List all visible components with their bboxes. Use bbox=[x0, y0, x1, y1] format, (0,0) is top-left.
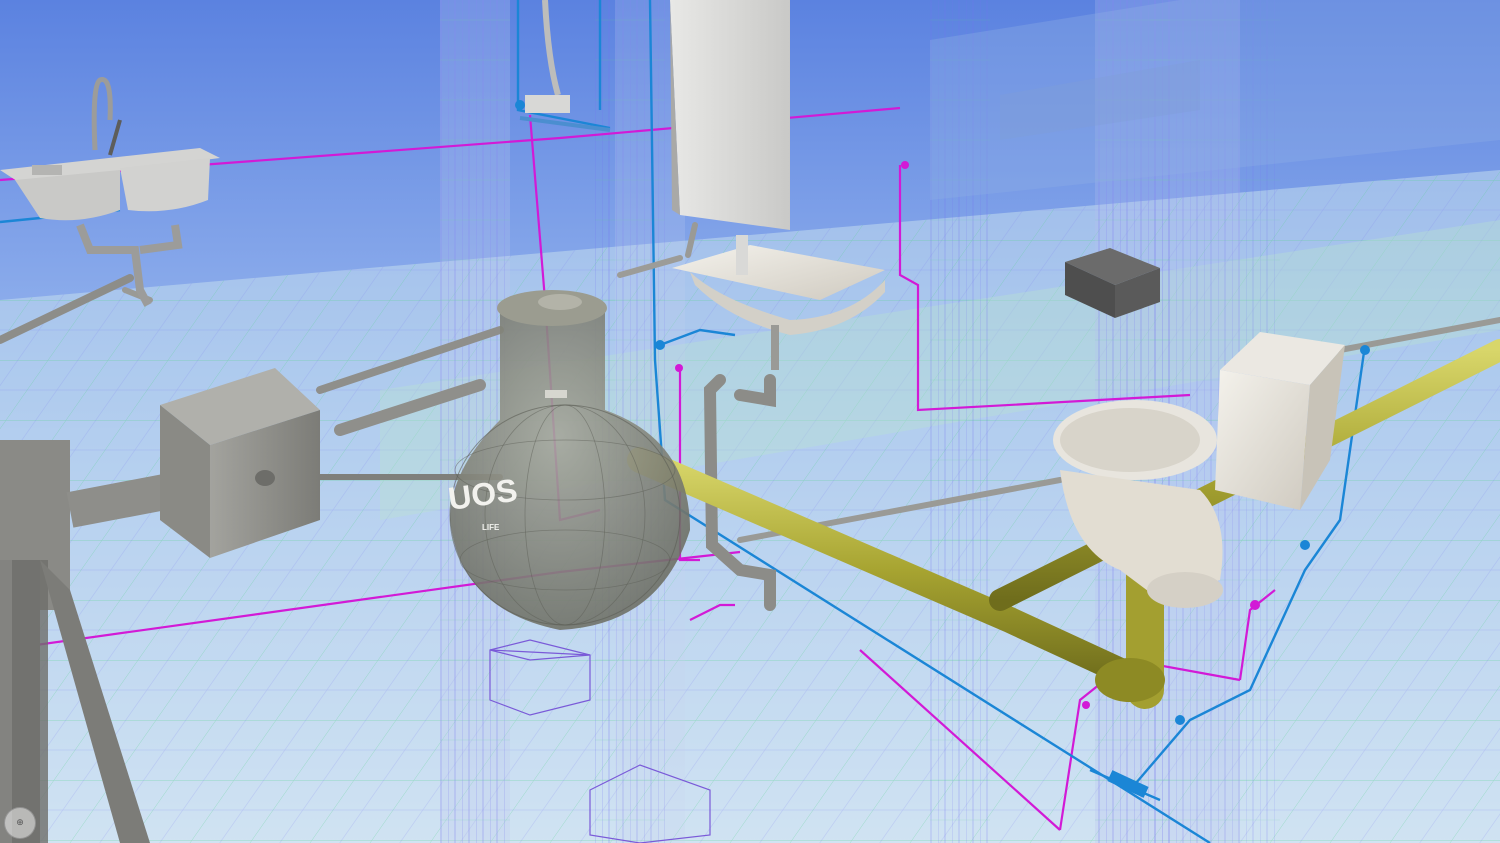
bim-plumbing-scene[interactable]: UOS LIFE bbox=[0, 0, 1500, 843]
tank-sub-label: LIFE bbox=[482, 523, 500, 532]
compass-icon: ⊕ bbox=[16, 818, 24, 828]
3d-viewport[interactable]: UOS LIFE ⊕ bbox=[0, 0, 1500, 843]
wall-cabinet bbox=[670, 0, 790, 230]
viewcube-compass[interactable]: ⊕ bbox=[4, 807, 36, 839]
